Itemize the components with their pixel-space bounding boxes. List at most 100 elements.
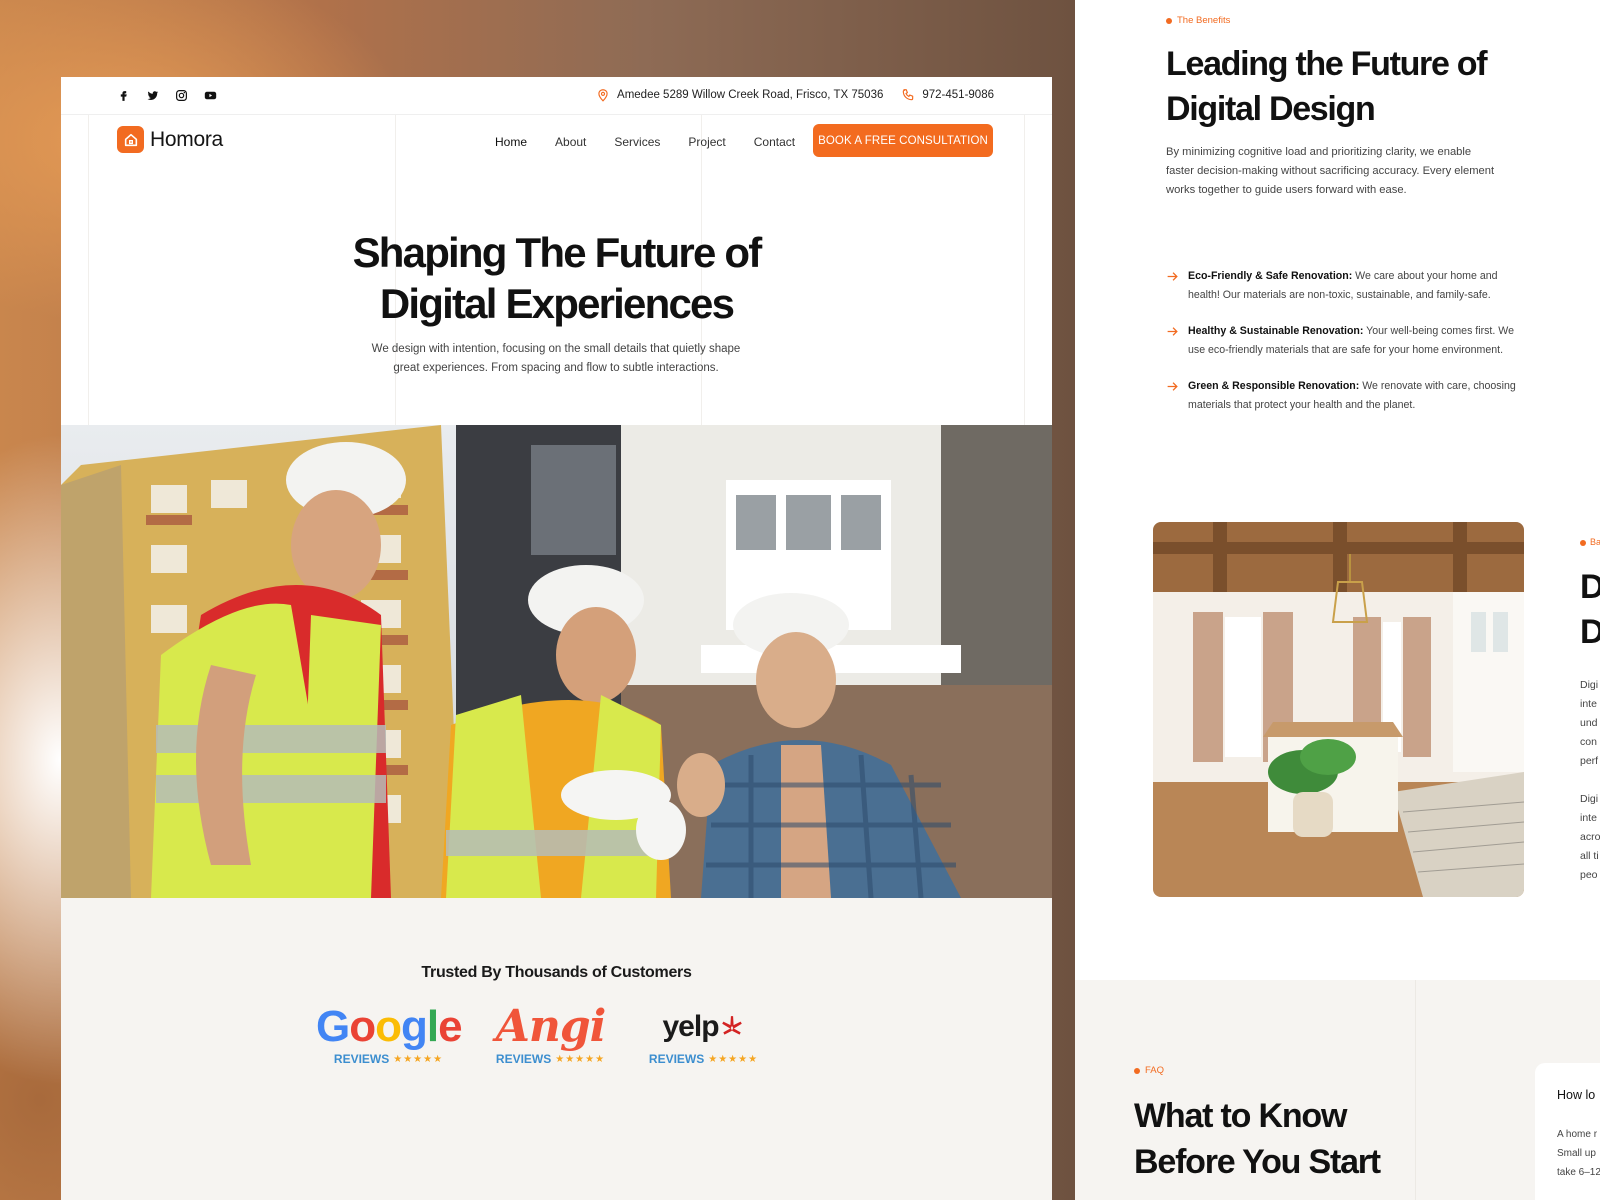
- benefit-text: Your well-being comes first. We: [1363, 325, 1514, 337]
- benefit-title: Green & Responsible Renovation:: [1188, 380, 1360, 392]
- peek-line: inte: [1580, 698, 1597, 710]
- benefits-description: By minimizing cognitive load and priorit…: [1166, 143, 1511, 200]
- arrow-right-icon: [1167, 382, 1178, 391]
- contact-info: Amedee 5289 Willow Creek Road, Frisco, T…: [596, 88, 994, 102]
- instagram-icon[interactable]: [174, 88, 189, 103]
- yelp-burst-icon: [721, 1016, 742, 1035]
- title-line: Before You Start: [1134, 1143, 1381, 1181]
- benefit-text: health! Our materials are non-toxic, sus…: [1188, 289, 1491, 301]
- title-line: Digital Design: [1166, 90, 1376, 128]
- nav-item-about[interactable]: About: [555, 135, 586, 149]
- hero-subtitle-line: We design with intention, focusing on th…: [371, 343, 741, 355]
- hero-title-line: Shaping The Future of: [352, 229, 763, 276]
- peek-line: con: [1580, 736, 1597, 748]
- nav-item-services[interactable]: Services: [614, 135, 660, 149]
- facebook-icon[interactable]: [116, 88, 131, 103]
- peek-title: D D: [1580, 565, 1600, 655]
- faq-answer: A home r Small up take 6–12: [1557, 1125, 1600, 1182]
- angi-reviews-logo[interactable]: Angi REVIEWS ★★★★★: [493, 1001, 608, 1067]
- nav-item-project[interactable]: Project: [688, 135, 725, 149]
- reviews-label: REVIEWS: [333, 1052, 390, 1066]
- desc-line: faster decision-making without sacrifici…: [1166, 165, 1495, 177]
- address-text: Amedee 5289 Willow Creek Road, Frisco, T…: [617, 89, 884, 101]
- peek-line: inte: [1580, 812, 1597, 824]
- yelp-word: yelp: [662, 1010, 719, 1043]
- peek-line: acro: [1580, 831, 1600, 843]
- kitchen-interior-image: [1153, 522, 1524, 897]
- tag-dot: [1166, 17, 1172, 24]
- google-letter: o: [349, 1002, 376, 1051]
- google-reviews-logo[interactable]: Google REVIEWS ★★★★★: [316, 1002, 463, 1067]
- google-letter: G: [316, 1002, 350, 1051]
- brand-logo[interactable]: Homora: [117, 126, 223, 153]
- tag-label: FAQ: [1145, 1065, 1165, 1076]
- benefit-text: We care about your home and: [1352, 270, 1498, 282]
- title-line: Leading the Future of: [1166, 45, 1488, 83]
- benefit-item: Eco-Friendly & Safe Renovation: We care …: [1166, 267, 1521, 305]
- benefit-text: use eco-friendly materials that are safe…: [1188, 344, 1504, 356]
- tag-dot: [1580, 540, 1586, 546]
- benefit-title: Eco-Friendly & Safe Renovation:: [1188, 270, 1353, 282]
- twitter-icon[interactable]: [145, 88, 160, 103]
- star-rating-icon: ★★★★★: [555, 1053, 606, 1065]
- faq-answer-line: A home r: [1557, 1129, 1598, 1140]
- tag-label: The Benefits: [1177, 15, 1231, 26]
- peek-line: peo: [1580, 869, 1598, 881]
- landing-page-mockup: Amedee 5289 Willow Creek Road, Frisco, T…: [61, 77, 1052, 1200]
- faq-title: What to Know Before You Start: [1134, 1093, 1464, 1185]
- brand-name: Homora: [150, 127, 223, 151]
- peek-title-line: D: [1580, 568, 1600, 606]
- benefits-list: Eco-Friendly & Safe Renovation: We care …: [1166, 267, 1521, 432]
- google-letter: g: [401, 1002, 428, 1051]
- phone-icon: [903, 89, 914, 101]
- desc-line: works together to guide users forward wi…: [1166, 184, 1407, 196]
- benefit-text: We renovate with care, choosing: [1359, 380, 1516, 392]
- title-line: What to Know: [1134, 1097, 1347, 1135]
- trusted-section: Trusted By Thousands of Customers Google…: [61, 898, 1052, 1200]
- benefit-item: Healthy & Sustainable Renovation: Your w…: [1166, 322, 1521, 360]
- main-navigation: Homora Home About Services Project Conta…: [61, 115, 1052, 171]
- benefit-text: materials that protect your health and t…: [1188, 399, 1416, 411]
- hero-title: Shaping The Future of Digital Experience…: [61, 227, 1052, 329]
- google-wordmark: Google: [316, 1002, 463, 1051]
- peek-title-line: D: [1580, 613, 1600, 651]
- book-consultation-button[interactable]: BOOK A FREE CONSULTATION: [813, 124, 993, 157]
- angi-reviews-label: REVIEWS ★★★★★: [493, 1052, 608, 1066]
- phone-number[interactable]: 972-451-9086: [922, 89, 994, 101]
- reviews-label: REVIEWS: [648, 1052, 705, 1066]
- peek-body: Digi inte und con perf Digi inte acro al…: [1580, 676, 1600, 885]
- google-letter: e: [438, 1002, 463, 1051]
- star-rating-icon: ★★★★★: [708, 1053, 759, 1065]
- top-bar: Amedee 5289 Willow Creek Road, Frisco, T…: [61, 77, 1052, 115]
- peek-line: [1580, 771, 1600, 790]
- yelp-wordmark: yelp: [641, 1004, 766, 1050]
- nav-item-home[interactable]: Home: [495, 135, 527, 149]
- benefit-item: Green & Responsible Renovation: We renov…: [1166, 377, 1521, 415]
- youtube-icon[interactable]: [203, 88, 218, 103]
- faq-tag: FAQ: [1134, 1065, 1164, 1076]
- yelp-reviews-logo[interactable]: yelp REVIEWS ★★★★★: [641, 1004, 766, 1066]
- google-letter: l: [426, 1002, 439, 1051]
- location-pin-icon: [598, 89, 608, 102]
- benefits-tag: The Benefits: [1166, 15, 1230, 26]
- arrow-right-icon: [1167, 272, 1178, 281]
- peek-line: Digi: [1580, 793, 1599, 805]
- faq-answer-line: take 6–12: [1557, 1167, 1600, 1178]
- social-links: [116, 88, 218, 103]
- trusted-title: Trusted By Thousands of Customers: [421, 964, 692, 981]
- yelp-reviews-label: REVIEWS ★★★★★: [641, 1052, 766, 1066]
- nav-menu: Home About Services Project Contact: [495, 135, 823, 149]
- angi-wordmark: Angi: [495, 1001, 607, 1052]
- faq-answer-line: Small up: [1557, 1148, 1596, 1159]
- house-icon: [117, 126, 144, 153]
- nav-item-contact[interactable]: Contact: [754, 135, 795, 149]
- tag-dot: [1134, 1067, 1140, 1074]
- google-reviews-label: REVIEWS ★★★★★: [316, 1052, 461, 1066]
- faq-card[interactable]: How lo A home r Small up take 6–12: [1535, 1063, 1600, 1200]
- hero-title-line: Digital Experiences: [379, 280, 735, 327]
- google-letter: o: [375, 1002, 402, 1051]
- hero-subtitle-line: great experiences. From spacing and flow…: [393, 362, 719, 374]
- benefits-title: Leading the Future of Digital Design: [1166, 42, 1586, 132]
- faq-question[interactable]: How lo: [1557, 1088, 1595, 1102]
- hero-subtitle: We design with intention, focusing on th…: [351, 340, 761, 378]
